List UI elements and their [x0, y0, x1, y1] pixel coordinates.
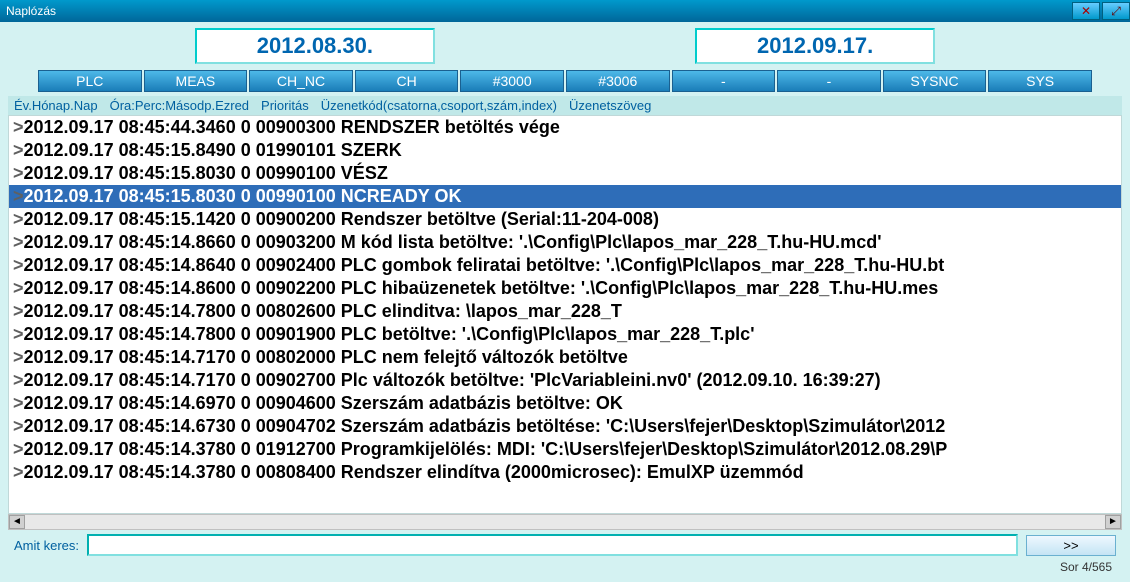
- filter-dash1[interactable]: -: [672, 70, 776, 92]
- filter-sys[interactable]: SYS: [988, 70, 1092, 92]
- log-row[interactable]: >2012.09.17 08:45:14.7170 0 00802000 PLC…: [9, 346, 1121, 369]
- close-icon[interactable]: ✕: [1072, 2, 1100, 20]
- maximize-icon[interactable]: ⤢: [1102, 2, 1130, 20]
- filter-plc[interactable]: PLC: [38, 70, 142, 92]
- horizontal-scrollbar[interactable]: ◄ ►: [8, 514, 1122, 530]
- log-row[interactable]: >2012.09.17 08:45:15.8490 0 01990101 SZE…: [9, 139, 1121, 162]
- col-time: Óra:Perc:Másodp.Ezred: [110, 98, 249, 113]
- col-text: Üzenetszöveg: [569, 98, 651, 113]
- log-row[interactable]: >2012.09.17 08:45:15.8030 0 00990100 VÉS…: [9, 162, 1121, 185]
- filter-dash2[interactable]: -: [777, 70, 881, 92]
- log-list[interactable]: >2012.09.17 08:45:44.3460 0 00900300 REN…: [9, 116, 1121, 513]
- log-row[interactable]: >2012.09.17 08:45:14.7800 0 00802600 PLC…: [9, 300, 1121, 323]
- scroll-left-icon[interactable]: ◄: [9, 515, 25, 529]
- scroll-right-icon[interactable]: ►: [1105, 515, 1121, 529]
- filter-row: PLC MEAS CH_NC CH #3000 #3006 - - SYSNC …: [8, 70, 1122, 92]
- log-row[interactable]: >2012.09.17 08:45:14.8640 0 00902400 PLC…: [9, 254, 1121, 277]
- search-bar: Amit keres: >>: [8, 530, 1122, 558]
- filter-sysnc[interactable]: SYSNC: [883, 70, 987, 92]
- column-headers: Év.Hónap.Nap Óra:Perc:Másodp.Ezred Prior…: [8, 96, 1122, 115]
- filter-ch[interactable]: CH: [355, 70, 459, 92]
- search-label: Amit keres:: [14, 538, 79, 553]
- log-row[interactable]: >2012.09.17 08:45:14.8600 0 00902200 PLC…: [9, 277, 1121, 300]
- log-row[interactable]: >2012.09.17 08:45:15.8030 0 00990100 NCR…: [9, 185, 1121, 208]
- filter-meas[interactable]: MEAS: [144, 70, 248, 92]
- window-buttons: ✕ ⤢: [1072, 2, 1130, 20]
- log-row[interactable]: >2012.09.17 08:45:14.8660 0 00903200 M k…: [9, 231, 1121, 254]
- filter-3000[interactable]: #3000: [460, 70, 564, 92]
- col-code: Üzenetkód(csatorna,csoport,szám,index): [321, 98, 557, 113]
- log-row[interactable]: >2012.09.17 08:45:14.7800 0 00901900 PLC…: [9, 323, 1121, 346]
- date-range: 2012.08.30. 2012.09.17.: [8, 28, 1122, 64]
- title-bar: Naplózás ✕ ⤢: [0, 0, 1130, 22]
- log-container: >2012.09.17 08:45:44.3460 0 00900300 REN…: [8, 115, 1122, 514]
- search-next-button[interactable]: >>: [1026, 535, 1116, 556]
- date-from[interactable]: 2012.08.30.: [195, 28, 435, 64]
- date-to[interactable]: 2012.09.17.: [695, 28, 935, 64]
- search-input[interactable]: [87, 534, 1018, 556]
- log-row[interactable]: >2012.09.17 08:45:14.3780 0 01912700 Pro…: [9, 438, 1121, 461]
- col-date: Év.Hónap.Nap: [14, 98, 98, 113]
- log-row[interactable]: >2012.09.17 08:45:14.6730 0 00904702 Sze…: [9, 415, 1121, 438]
- log-row[interactable]: >2012.09.17 08:45:14.3780 0 00808400 Ren…: [9, 461, 1121, 484]
- log-row[interactable]: >2012.09.17 08:45:15.1420 0 00900200 Ren…: [9, 208, 1121, 231]
- window-title: Naplózás: [6, 4, 56, 18]
- log-row[interactable]: >2012.09.17 08:45:14.6970 0 00904600 Sze…: [9, 392, 1121, 415]
- status-bar: Sor 4/565: [8, 558, 1122, 576]
- filter-3006[interactable]: #3006: [566, 70, 670, 92]
- log-row[interactable]: >2012.09.17 08:45:44.3460 0 00900300 REN…: [9, 116, 1121, 139]
- col-priority: Prioritás: [261, 98, 309, 113]
- filter-chnc[interactable]: CH_NC: [249, 70, 353, 92]
- log-row[interactable]: >2012.09.17 08:45:14.7170 0 00902700 Plc…: [9, 369, 1121, 392]
